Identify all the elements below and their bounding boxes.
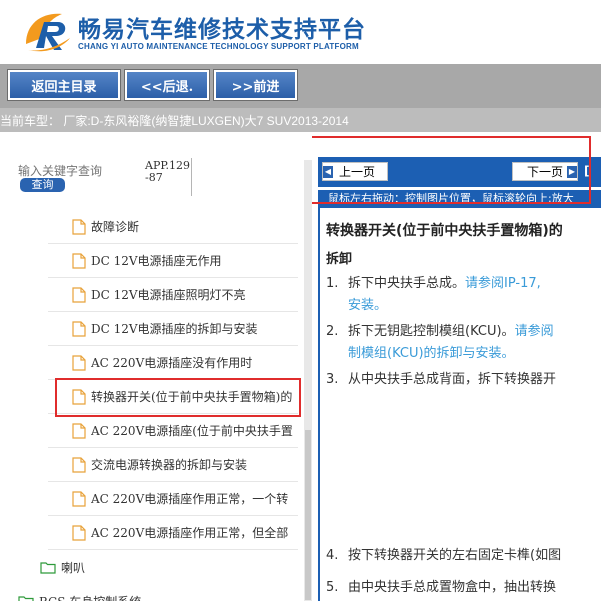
tree-item[interactable]: AC 220V电源插座作用正常，但全部 [48, 516, 298, 550]
doc-section-heading: 拆卸 [326, 252, 353, 267]
header: 畅易汽车维修技术支持平台 CHANG YI AUTO MAINTENANCE T… [0, 0, 601, 64]
forward-button[interactable]: >>前进 [213, 69, 298, 101]
home-button[interactable]: 返回主目录 [7, 69, 121, 101]
highlight-box [55, 378, 301, 417]
tree-item[interactable]: DC 12V电源插座无作用 [48, 244, 298, 278]
document-icon [72, 320, 86, 337]
document-icon [72, 252, 86, 269]
left-scrollbar-thumb[interactable] [305, 430, 311, 600]
step-text: 按下转换器开关的左右固定卡榫(如图 [348, 548, 562, 563]
step-item: 4. 按下转换器开关的左右固定卡榫(如图 [326, 546, 561, 566]
left-scrollbar[interactable] [304, 160, 312, 601]
app-code-label: APP.129-87 [145, 159, 191, 184]
document-icon [72, 524, 86, 541]
tree-folder[interactable]: BCS 车身控制系统 [18, 584, 268, 601]
step-number: 3. [326, 372, 339, 387]
current-car-bar: 当前车型： 厂家:D-东风裕隆(纳智捷LUXGEN)大7 SUV2013-201… [0, 108, 601, 132]
document-icon [72, 286, 86, 303]
tree-folder-label: 喇叭 [61, 560, 86, 575]
tree-item-label: DC 12V电源插座无作用 [91, 254, 222, 268]
brand-logo-icon [26, 13, 70, 52]
tree-item[interactable]: AC 220V电源插座没有作用时 [48, 346, 298, 380]
tree-folder[interactable]: 喇叭 [40, 550, 290, 584]
doc-title: 转换器开关(位于前中央扶手置物箱)的 [326, 223, 563, 239]
left-panel: 查询 APP.129-87 故障诊断 DC 12V电源插座无作用 DC 12V电… [0, 132, 312, 601]
folder-icon [40, 561, 56, 574]
document-icon [72, 422, 86, 439]
tree-item-label: 故障诊断 [91, 220, 140, 234]
back-button[interactable]: <<后退. [124, 69, 210, 101]
step-link[interactable]: 请参阅 [515, 324, 554, 339]
step-item: 2. 拆下无钥匙控制模组(KCU)。请参阅 [326, 322, 554, 342]
step-number: 1. [326, 276, 339, 291]
step-number: 5. [326, 580, 339, 595]
tree-folder-label: BCS 车身控制系统 [39, 593, 141, 601]
document-content: 转换器开关(位于前中央扶手置物箱)的 拆卸 1. 拆下中央扶手总成。请参阅IP-1… [318, 208, 601, 601]
document-icon [72, 218, 86, 235]
step-link[interactable]: 请参阅IP-17, [465, 276, 541, 291]
tree-item[interactable]: 故障诊断 [48, 210, 298, 244]
tree-item-label: AC 220V电源插座没有作用时 [91, 356, 253, 370]
current-car-text: 当前车型： 厂家:D-东风裕隆(纳智捷LUXGEN)大7 SUV2013-201… [0, 114, 349, 128]
tree-item-label: AC 220V电源插座作用正常，但全部 [91, 526, 289, 540]
step-text: 从中央扶手总成背面，拆下转换器开 [348, 372, 557, 387]
tree-item-label: AC 220V电源插座作用正常，一个转 [91, 492, 289, 506]
search-button[interactable]: 查询 [20, 178, 65, 192]
tree-item-label: AC 220V电源插座(位于前中央扶手置 [91, 424, 293, 438]
brand-subtitle: CHANG YI AUTO MAINTENANCE TECHNOLOGY SUP… [78, 42, 359, 51]
brand-title: 畅易汽车维修技术支持平台 [78, 17, 366, 43]
tree-item[interactable]: AC 220V电源插座(位于前中央扶手置 [48, 414, 298, 448]
step-number: 2. [326, 324, 339, 339]
tree-item[interactable]: AC 220V电源插座作用正常，一个转 [48, 482, 298, 516]
document-icon [72, 456, 86, 473]
step-number: 4. [326, 548, 339, 563]
step-item: 5. 由中央扶手总成置物盒中，抽出转换 [326, 578, 556, 598]
step-text: 拆下中央扶手总成。 [348, 276, 466, 291]
tree-item-label: DC 12V电源插座的拆卸与安装 [91, 322, 258, 336]
tree-item[interactable]: DC 12V电源插座照明灯不亮 [48, 278, 298, 312]
step-text: 由中央扶手总成置物盒中，抽出转换 [348, 580, 557, 595]
document-icon [72, 490, 86, 507]
step-item: 3. 从中央扶手总成背面，拆下转换器开 [326, 370, 556, 390]
tree-item-label: 交流电源转换器的拆卸与安装 [91, 458, 248, 472]
step-item: 1. 拆下中央扶手总成。请参阅IP-17, [326, 274, 541, 294]
document-icon [72, 354, 86, 371]
app-window: 畅易汽车维修技术支持平台 CHANG YI AUTO MAINTENANCE T… [0, 0, 601, 601]
step-link-continued[interactable]: 制模组(KCU)的拆卸与安装。 [348, 344, 515, 364]
nav-bar: 返回主目录 <<后退. >>前进 [0, 64, 601, 108]
right-panel: ◀ 上一页 下一页 ▶ [ 鼠标左右拖动：控制图片位置，鼠标滚轮向上:放大 转换… [312, 132, 601, 601]
step-text: 拆下无钥匙控制模组(KCU)。 [348, 324, 515, 339]
tree-item-label: DC 12V电源插座照明灯不亮 [91, 288, 246, 302]
app-code-box: APP.129-87 [140, 158, 192, 196]
step-link-continued[interactable]: 安装。 [348, 296, 387, 316]
tree-item[interactable]: 交流电源转换器的拆卸与安装 [48, 448, 298, 482]
tree-item[interactable]: DC 12V电源插座的拆卸与安装 [48, 312, 298, 346]
highlight-box [312, 136, 591, 204]
folder-icon [18, 595, 34, 601]
